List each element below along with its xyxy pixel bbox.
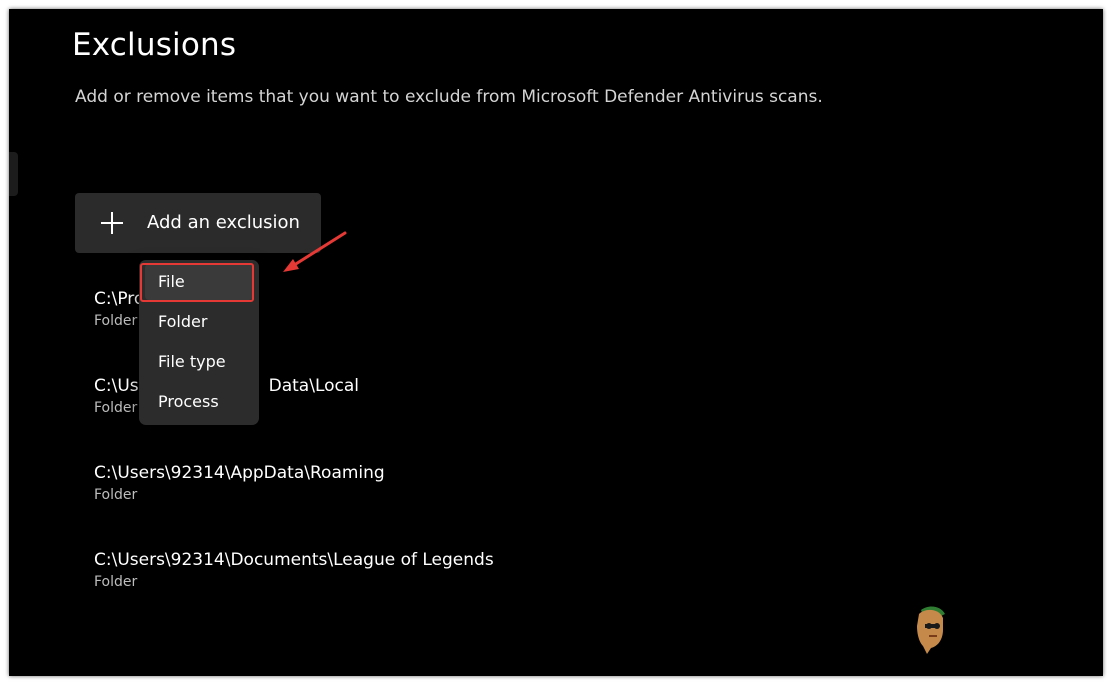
settings-window: Exclusions Add or remove items that you … — [9, 9, 1103, 676]
add-exclusion-menu: File Folder File type Process — [139, 260, 259, 425]
exclusion-path-tail: Data\Local — [268, 376, 360, 396]
sidebar-edge — [9, 152, 18, 196]
exclusion-type: Folder — [94, 487, 138, 503]
exclusion-path: C:\Pro — [94, 289, 145, 309]
watermark-logo-icon — [917, 606, 945, 654]
exclusion-type: Folder — [94, 313, 138, 329]
exclusion-item[interactable]: C:\Users\92314\Documents\League of Legen… — [94, 550, 494, 590]
menu-item-folder[interactable]: Folder — [145, 304, 253, 340]
annotation-arrow-icon — [283, 231, 347, 272]
exclusion-path-head: C:\Us — [94, 376, 139, 396]
plus-icon — [101, 212, 123, 234]
menu-item-process[interactable]: Process — [145, 384, 253, 420]
exclusion-type: Folder — [94, 574, 138, 590]
menu-item-file-type[interactable]: File type — [145, 344, 253, 380]
exclusion-item[interactable]: C:\Pro Folder — [94, 289, 144, 329]
menu-item-file[interactable]: File — [145, 264, 253, 300]
page-description: Add or remove items that you want to exc… — [75, 87, 823, 107]
exclusion-path: C:\Users\92314\Documents\League of Legen… — [94, 550, 494, 570]
exclusion-path: C:\Users\92314\AppData\Roaming — [94, 463, 385, 483]
page-title: Exclusions — [72, 27, 237, 63]
exclusion-item[interactable]: C:\Users\92314\AppData\Roaming Folder — [94, 463, 385, 503]
